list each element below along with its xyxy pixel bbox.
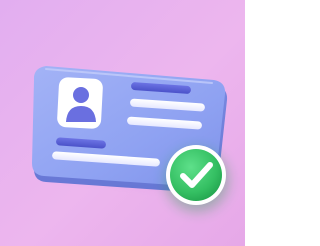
illustration-canvas <box>0 0 245 246</box>
id-verification-illustration <box>0 0 245 246</box>
avatar-icon <box>57 77 103 129</box>
